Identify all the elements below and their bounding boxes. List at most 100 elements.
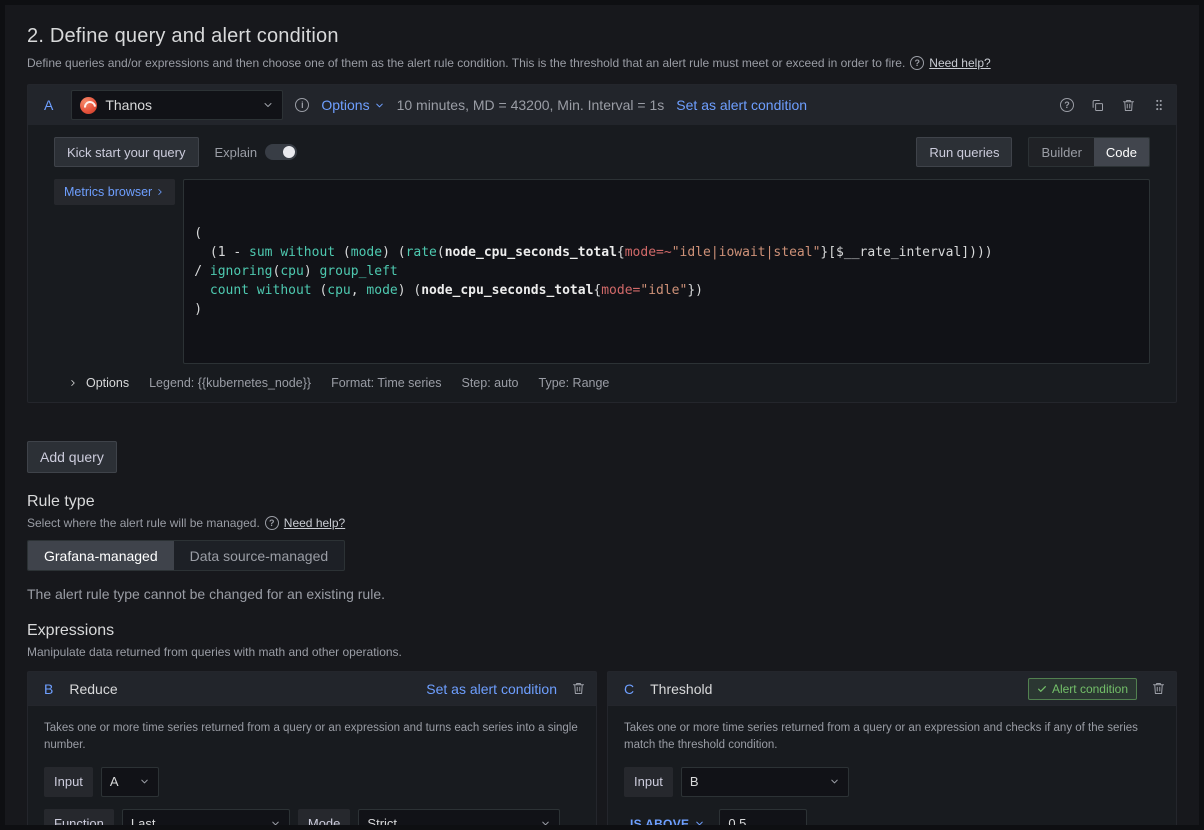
expressions-title: Expressions	[27, 622, 1177, 640]
rule-type-note: The alert rule type cannot be changed fo…	[27, 586, 1177, 602]
expressions-subtitle: Manipulate data returned from queries wi…	[27, 645, 1177, 659]
info-circle-icon: i	[295, 98, 309, 112]
query-header: A Thanos i Options 10 minutes, MD = 4320…	[28, 85, 1176, 125]
datasource-picker[interactable]: Thanos	[71, 90, 283, 120]
trash-icon[interactable]	[1121, 98, 1136, 113]
threshold-ref-id[interactable]: C	[618, 681, 640, 697]
rule-type-option-grafana-managed[interactable]: Grafana-managed	[28, 541, 174, 570]
reduce-function-row: Function Last Mode Strict	[44, 809, 580, 830]
reduce-header-actions: Set as alert condition	[426, 681, 586, 697]
query-collapsed-options: Options Legend: {{kubernetes_node}} Form…	[54, 364, 1150, 402]
chevron-down-icon	[829, 776, 840, 787]
chevron-down-icon	[270, 818, 281, 829]
rule-type-section: Rule type Select where the alert rule wi…	[27, 493, 1177, 602]
reduce-input-select[interactable]: A	[101, 767, 159, 797]
chevron-down-icon	[139, 776, 150, 787]
rule-type-title: Rule type	[27, 493, 1177, 511]
check-icon	[1037, 684, 1047, 694]
reduce-description: Takes one or more time series returned f…	[44, 720, 580, 755]
threshold-value-input[interactable]	[719, 809, 807, 830]
alert-rule-editor-step2: 2. Define query and alert condition Defi…	[0, 0, 1204, 830]
code-line: / ignoring(cpu) group_left	[194, 262, 1139, 281]
expression-card-reduce: B Reduce Set as alert condition Takes on…	[27, 671, 597, 830]
chevron-down-icon	[694, 818, 705, 829]
run-queries-button[interactable]: Run queries	[916, 137, 1012, 167]
legend-summary: Legend: {{kubernetes_node}}	[149, 376, 311, 390]
reduce-input-label: Input	[44, 767, 93, 797]
format-summary: Format: Time series	[331, 376, 441, 390]
reduce-function-label: Function	[44, 809, 114, 830]
code-line: (1 - sum without (mode) (rate(node_cpu_s…	[194, 243, 1139, 262]
editor-mode-group: Builder Code	[1028, 137, 1150, 167]
rule-type-radio-group: Grafana-managed Data source-managed	[27, 540, 345, 571]
explain-toggle[interactable]	[265, 144, 297, 160]
reduce-body: Takes one or more time series returned f…	[28, 706, 596, 830]
builder-mode-button[interactable]: Builder	[1029, 138, 1093, 166]
code-line: )	[194, 300, 1139, 319]
kick-start-query-button[interactable]: Kick start your query	[54, 137, 199, 167]
trash-icon[interactable]	[1151, 681, 1166, 696]
threshold-header: C Threshold Alert condition	[608, 672, 1176, 706]
threshold-header-actions: Alert condition	[1028, 678, 1166, 700]
query-ref-id[interactable]: A	[38, 97, 59, 113]
reduce-input-row: Input A	[44, 767, 580, 797]
drag-handle-icon[interactable]	[1152, 98, 1166, 112]
threshold-condition-row: IS ABOVE	[624, 809, 1160, 830]
page-title: 2. Define query and alert condition	[27, 25, 1177, 48]
explain-label: Explain	[215, 145, 258, 160]
type-summary: Type: Range	[539, 376, 610, 390]
trash-icon[interactable]	[571, 681, 586, 696]
threshold-input-row: Input B	[624, 767, 1160, 797]
need-help-link[interactable]: Need help?	[929, 56, 990, 70]
threshold-title: Threshold	[650, 681, 712, 697]
code-mode-button[interactable]: Code	[1094, 138, 1149, 166]
promql-editor[interactable]: ( (1 - sum without (mode) (rate(node_cpu…	[183, 179, 1150, 364]
reduce-function-select[interactable]: Last	[122, 809, 290, 830]
rule-type-subtitle: Select where the alert rule will be mana…	[27, 516, 1177, 530]
code-line: count without (cpu, mode) (node_cpu_seco…	[194, 281, 1139, 300]
reduce-mode-select[interactable]: Strict	[358, 809, 560, 830]
help-circle-icon: ?	[265, 516, 279, 530]
chevron-down-icon	[540, 818, 551, 829]
query-editor-row: A Thanos i Options 10 minutes, MD = 4320…	[27, 84, 1177, 403]
code-line: (	[194, 224, 1139, 243]
explain-control: Explain	[215, 144, 298, 160]
help-circle-icon: ?	[910, 56, 924, 70]
expression-card-threshold: C Threshold Alert condition Takes one or…	[607, 671, 1177, 830]
query-options-toggle[interactable]: Options	[321, 97, 384, 113]
reduce-header: B Reduce Set as alert condition	[28, 672, 596, 706]
threshold-condition-select[interactable]: IS ABOVE	[624, 817, 711, 830]
chevron-right-icon	[155, 187, 165, 197]
rule-type-option-data-source-managed[interactable]: Data source-managed	[174, 541, 345, 570]
query-options-summary: 10 minutes, MD = 43200, Min. Interval = …	[397, 97, 665, 113]
threshold-body: Takes one or more time series returned f…	[608, 706, 1176, 830]
query-body: Kick start your query Explain Run querie…	[28, 125, 1176, 402]
chevron-down-icon	[262, 99, 274, 111]
threshold-input-select[interactable]: B	[681, 767, 849, 797]
query-header-actions: ?	[1060, 98, 1166, 113]
datasource-name: Thanos	[105, 97, 152, 113]
alert-condition-badge: Alert condition	[1028, 678, 1137, 700]
chevron-down-icon	[374, 100, 385, 111]
expressions-section: Expressions Manipulate data returned fro…	[27, 622, 1177, 830]
query-toolbar: Kick start your query Explain Run querie…	[54, 137, 1150, 167]
expressions-row: B Reduce Set as alert condition Takes on…	[27, 671, 1177, 830]
copy-icon[interactable]	[1090, 98, 1105, 113]
reduce-mode-label: Mode	[298, 809, 351, 830]
set-alert-condition-link[interactable]: Set as alert condition	[676, 97, 807, 113]
step-summary: Step: auto	[462, 376, 519, 390]
add-query-button[interactable]: Add query	[27, 441, 117, 473]
reduce-set-alert-condition-link[interactable]: Set as alert condition	[426, 681, 557, 697]
options-expander[interactable]: Options	[68, 376, 129, 390]
help-circle-icon[interactable]: ?	[1060, 98, 1074, 112]
page-subtitle: Define queries and/or expressions and th…	[27, 56, 1177, 70]
thanos-logo-icon	[80, 97, 97, 114]
page-subtitle-text: Define queries and/or expressions and th…	[27, 56, 905, 70]
threshold-input-label: Input	[624, 767, 673, 797]
metrics-browser-button[interactable]: Metrics browser	[54, 179, 175, 205]
reduce-title: Reduce	[69, 681, 117, 697]
promql-code: ( (1 - sum without (mode) (rate(node_cpu…	[194, 224, 1139, 319]
editor-row: Metrics browser ( (1 - sum without (mode…	[54, 179, 1150, 364]
reduce-ref-id[interactable]: B	[38, 681, 59, 697]
rule-type-need-help-link[interactable]: Need help?	[284, 516, 345, 530]
